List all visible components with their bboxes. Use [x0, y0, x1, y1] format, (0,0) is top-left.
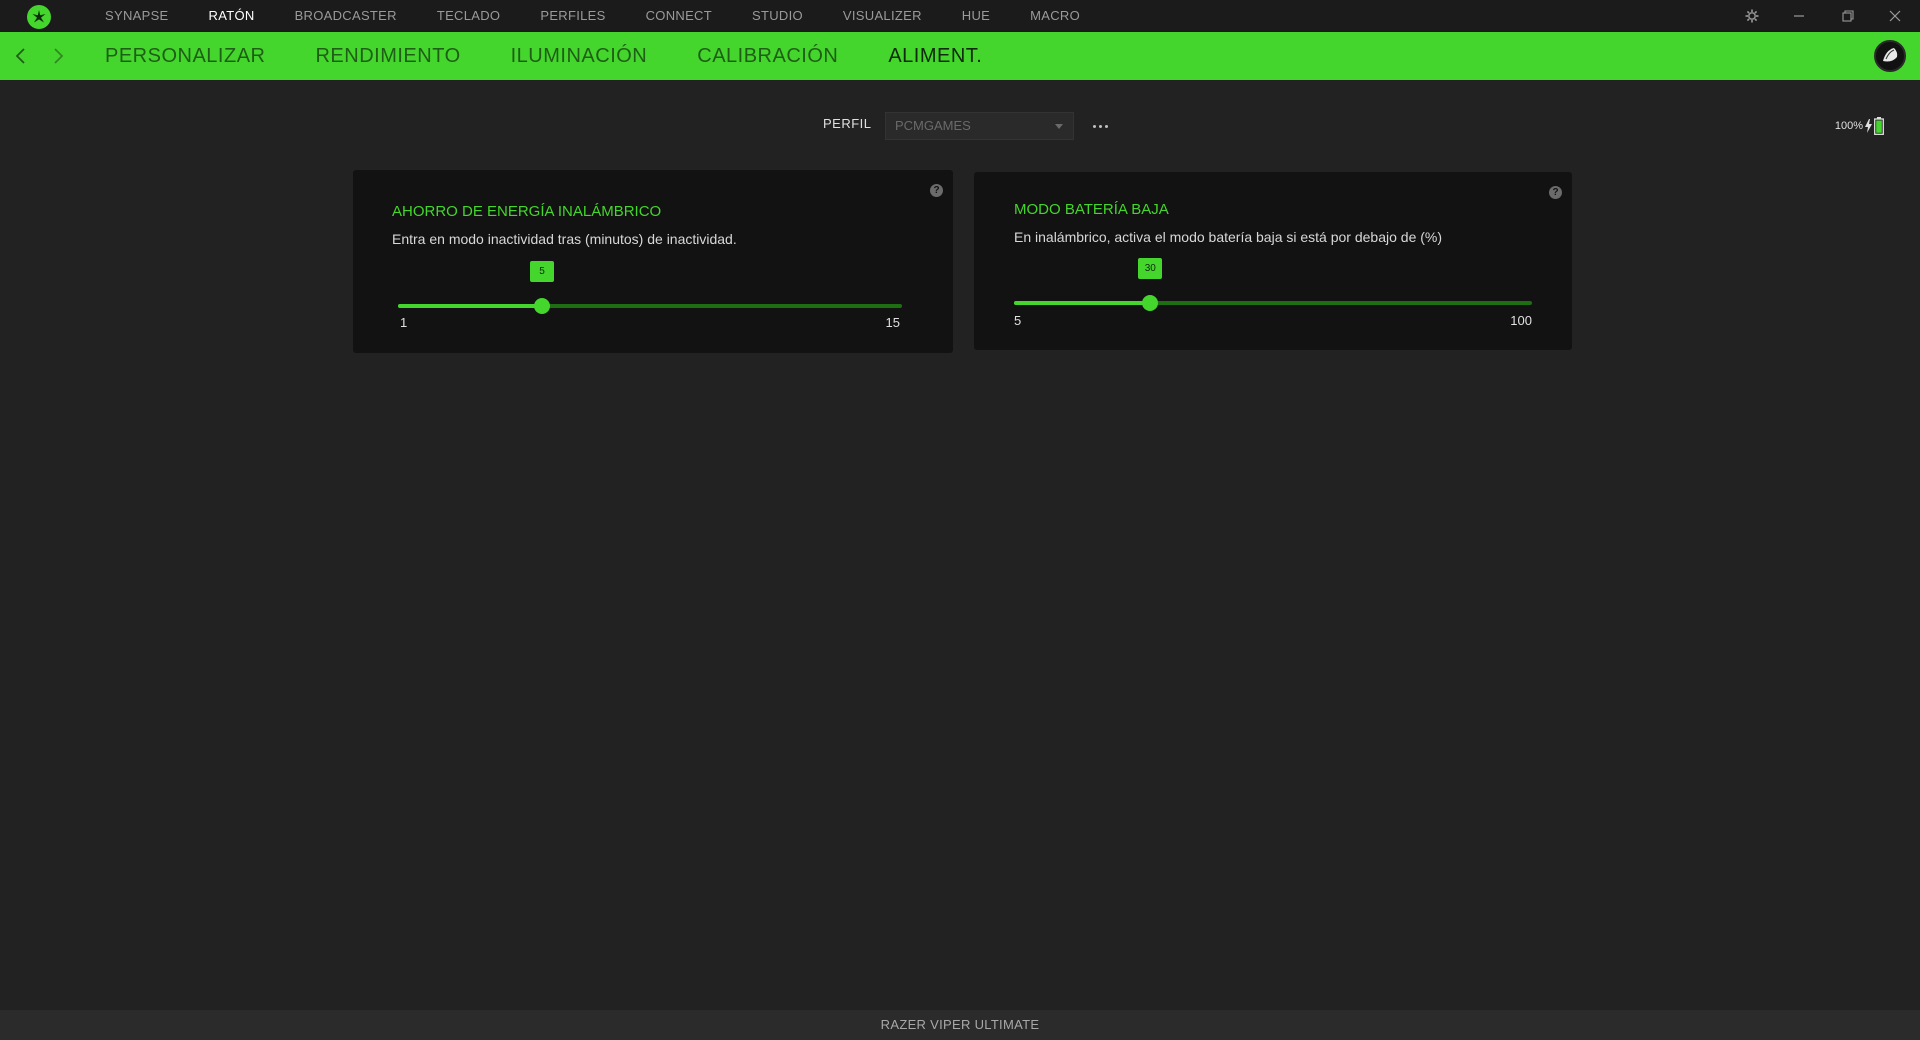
- dot-icon: [1098, 124, 1102, 128]
- power-saving-description: Entra en modo inactividad tras (minutos)…: [392, 231, 737, 247]
- status-bar: RAZER VIPER ULTIMATE: [0, 1010, 1920, 1040]
- dot-icon: [1092, 124, 1096, 128]
- slider-min-label: 5: [1014, 313, 1022, 328]
- tab-rendimiento[interactable]: RENDIMIENTO: [315, 32, 460, 80]
- slider-thumb[interactable]: [534, 298, 550, 314]
- profile-dropdown[interactable]: PCMGAMES: [885, 112, 1074, 140]
- low-battery-description: En inalámbrico, activa el modo batería b…: [1014, 229, 1443, 245]
- tab-iluminacion[interactable]: ILUMINACIÓN: [511, 32, 648, 80]
- help-icon[interactable]: ?: [930, 184, 943, 197]
- top-nav-teclado[interactable]: TECLADO: [437, 0, 501, 32]
- slider-value-badge: 5: [530, 261, 554, 282]
- power-saving-title: AHORRO DE ENERGÍA INALÁMBRICO: [392, 203, 662, 220]
- minimize-icon[interactable]: [1779, 0, 1819, 32]
- top-nav-macro[interactable]: MACRO: [1030, 0, 1080, 32]
- low-battery-slider[interactable]: 30: [1014, 258, 1532, 318]
- sub-nav-tabs: PERSONALIZAR RENDIMIENTO ILUMINACIÓN CAL…: [105, 32, 1032, 80]
- top-nav: SYNAPSE RATÓN BROADCASTER TECLADO PERFIL…: [105, 0, 1120, 32]
- slider-fill: [398, 304, 542, 308]
- slider-max-label: 15: [885, 315, 900, 330]
- slider-thumb[interactable]: [1142, 295, 1159, 311]
- charging-bolt-icon: [1865, 119, 1872, 133]
- tab-calibracion[interactable]: CALIBRACIÓN: [697, 32, 838, 80]
- slider-max-label: 100: [1510, 313, 1532, 328]
- back-arrow-icon[interactable]: [9, 44, 33, 68]
- top-nav-connect[interactable]: CONNECT: [646, 0, 712, 32]
- tab-personalizar[interactable]: PERSONALIZAR: [105, 32, 265, 80]
- top-nav-synapse[interactable]: SYNAPSE: [105, 0, 169, 32]
- power-saving-slider[interactable]: 5: [398, 261, 902, 321]
- slider-fill: [1014, 301, 1151, 305]
- tab-aliment[interactable]: ALIMENT.: [888, 32, 982, 80]
- top-nav-hue[interactable]: HUE: [962, 0, 990, 32]
- restore-icon[interactable]: [1828, 0, 1868, 32]
- device-avatar[interactable]: [1874, 40, 1906, 72]
- top-nav-perfiles[interactable]: PERFILES: [540, 0, 605, 32]
- top-nav-studio[interactable]: STUDIO: [752, 0, 803, 32]
- battery-percent: 100%: [1834, 120, 1863, 132]
- low-battery-card: ? MODO BATERÍA BAJA En inalámbrico, acti…: [974, 172, 1572, 350]
- top-nav-broadcaster[interactable]: BROADCASTER: [295, 0, 397, 32]
- power-saving-card: ? AHORRO DE ENERGÍA INALÁMBRICO Entra en…: [353, 170, 953, 353]
- device-name: RAZER VIPER ULTIMATE: [880, 1017, 1040, 1032]
- title-bar: SYNAPSE RATÓN BROADCASTER TECLADO PERFIL…: [0, 0, 1920, 32]
- low-battery-title: MODO BATERÍA BAJA: [1014, 201, 1169, 218]
- top-nav-visualizer[interactable]: VISUALIZER: [843, 0, 922, 32]
- profile-label: PERFIL: [823, 116, 872, 131]
- dot-icon: [1104, 124, 1108, 128]
- slider-value-badge: 30: [1138, 258, 1163, 279]
- battery-icon: [1874, 117, 1884, 135]
- profile-selected-value: PCMGAMES: [895, 118, 971, 133]
- close-icon[interactable]: [1875, 0, 1915, 32]
- settings-gear-icon[interactable]: [1732, 0, 1772, 32]
- more-options-button[interactable]: [1090, 116, 1110, 136]
- battery-status: 100%: [1835, 117, 1884, 135]
- razer-logo-icon[interactable]: [27, 5, 51, 29]
- chevron-down-icon: [1055, 124, 1063, 129]
- forward-arrow-icon[interactable]: [46, 44, 70, 68]
- top-nav-raton[interactable]: RATÓN: [209, 0, 255, 32]
- help-icon[interactable]: ?: [1549, 186, 1562, 199]
- slider-min-label: 1: [400, 315, 408, 330]
- sub-nav: PERSONALIZAR RENDIMIENTO ILUMINACIÓN CAL…: [0, 32, 1920, 80]
